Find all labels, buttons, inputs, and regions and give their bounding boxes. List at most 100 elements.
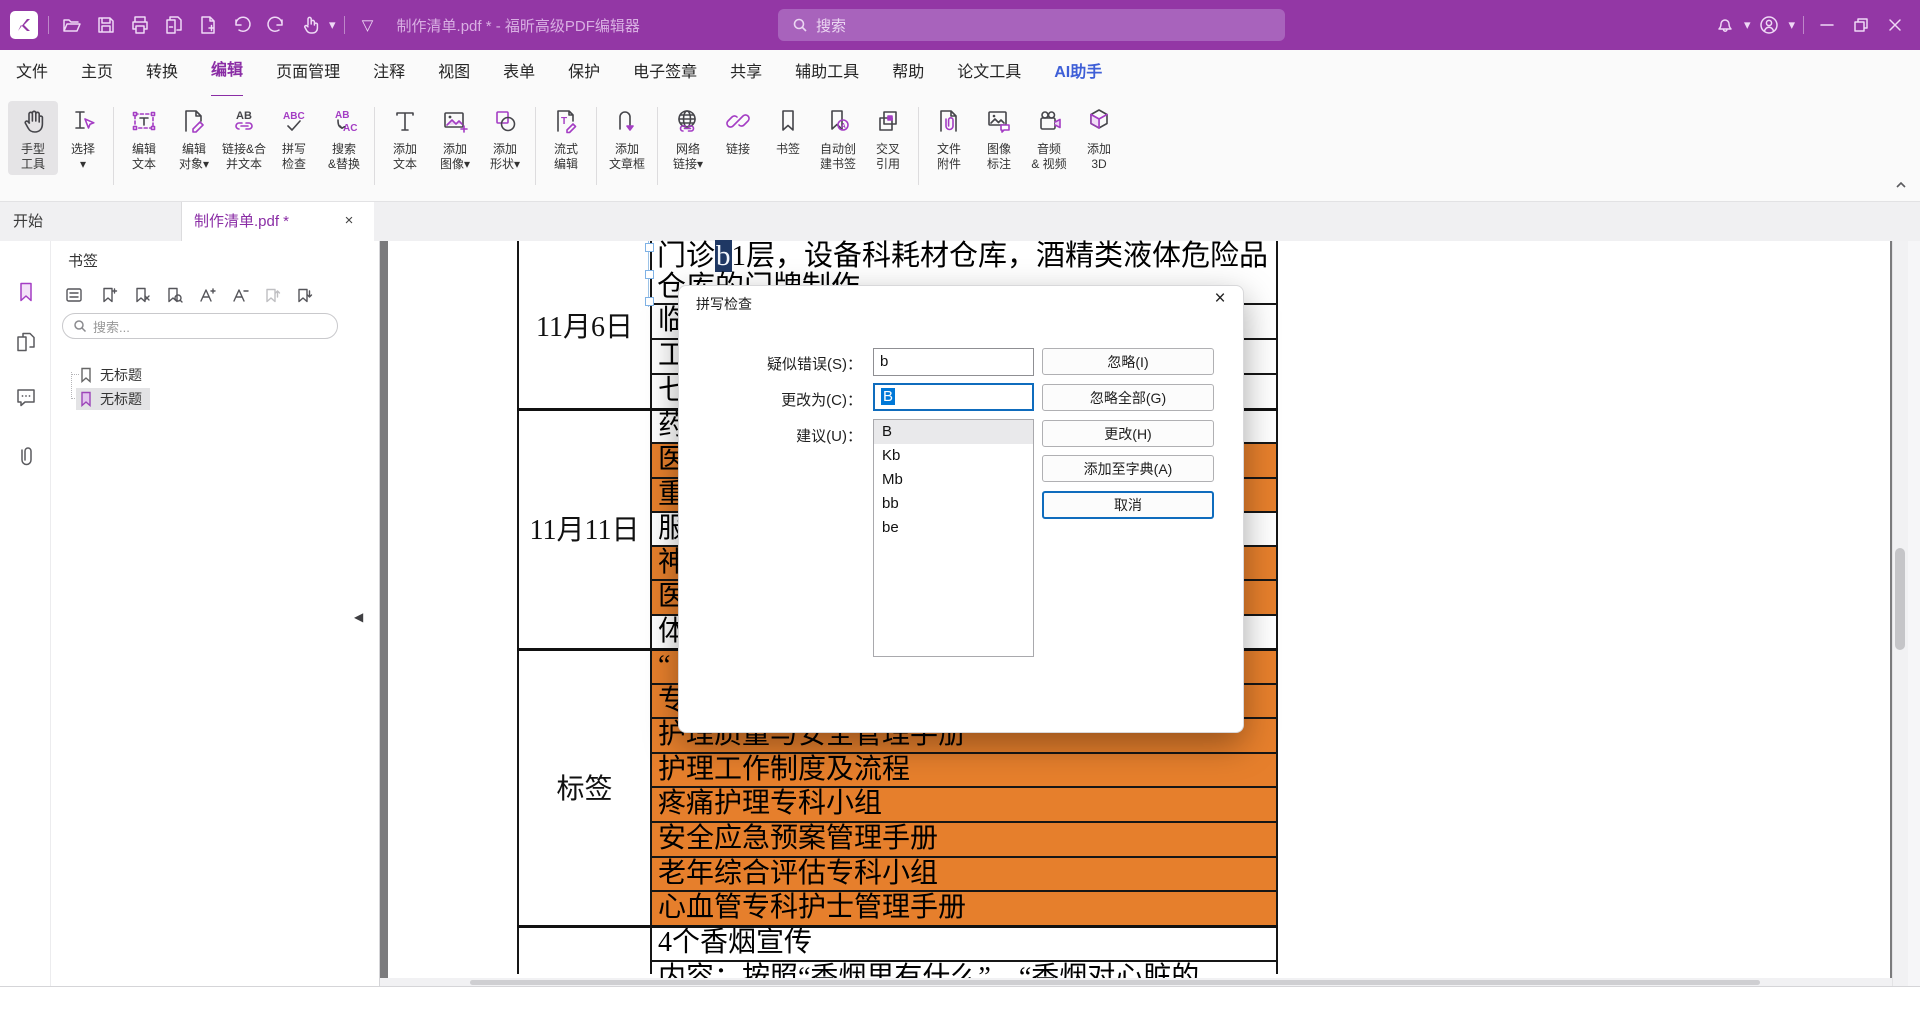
account-dropdown-icon[interactable]: ▾ (1788, 17, 1795, 33)
ribbon-tool-hand[interactable]: 手型工具 (8, 101, 58, 175)
notifications-dropdown-icon[interactable]: ▾ (1744, 17, 1751, 33)
textbox-handle[interactable] (645, 270, 654, 279)
restore-button[interactable] (1845, 9, 1877, 41)
ribbon-tool-audio-video[interactable]: 音频& 视频 (1024, 101, 1074, 175)
reduce-font-icon[interactable] (228, 283, 252, 307)
foxit-logo-icon[interactable] (10, 11, 38, 39)
ignore-button[interactable]: 忽略(I) (1042, 348, 1214, 375)
close-button[interactable] (1879, 9, 1911, 41)
expand-font-icon[interactable] (195, 283, 219, 307)
comments-panel-icon[interactable] (14, 385, 38, 409)
menu-form[interactable]: 表单 (503, 50, 535, 96)
bookmark-item-label: 无标题 (100, 365, 142, 385)
ribbon-tool-search-replace[interactable]: ABAC 搜索&替换 (319, 101, 369, 175)
minimize-button[interactable] (1811, 9, 1843, 41)
ribbon-tool-flow-edit[interactable]: T 流式编辑 (541, 101, 591, 175)
menu-protect[interactable]: 保护 (568, 50, 600, 96)
duplicate-page-icon[interactable] (158, 9, 190, 41)
ribbon-tool-auto-bookmark[interactable]: A 自动创建书签 (813, 101, 863, 175)
menu-share[interactable]: 共享 (730, 50, 762, 96)
ribbon-tool-add-article-box[interactable]: 添加文章框 (602, 101, 652, 175)
suggestion-item[interactable]: B (874, 420, 1033, 444)
menu-view[interactable]: 视图 (438, 50, 470, 96)
move-bookmark-down-icon[interactable] (292, 283, 316, 307)
tool-label: 链接 (726, 142, 750, 157)
global-search-input[interactable]: 搜索 (778, 9, 1285, 41)
menu-convert[interactable]: 转换 (146, 50, 178, 96)
textbox-handle[interactable] (645, 297, 654, 306)
menu-esign[interactable]: 电子签章 (633, 50, 697, 96)
cancel-button[interactable]: 取消 (1042, 491, 1214, 519)
menu-file[interactable]: 文件 (16, 50, 48, 96)
collapse-ribbon-icon[interactable] (1890, 174, 1912, 196)
bookmark-search-input[interactable]: 搜索... (62, 313, 338, 339)
bookmark-item[interactable]: 无标题 (76, 364, 150, 386)
vertical-scrollbar-thumb[interactable] (1895, 548, 1905, 650)
bookmarks-panel-icon[interactable] (14, 280, 38, 304)
quick-access-customize-icon[interactable]: ▽ (352, 9, 384, 41)
ribbon-tool-image-annotation[interactable]: 图像标注 (974, 101, 1024, 175)
ribbon-tool-select[interactable]: 选择▾ (58, 101, 108, 175)
menu-home[interactable]: 主页 (81, 50, 113, 96)
suggestions-label: 建议(U)： (692, 425, 862, 446)
open-file-icon[interactable] (56, 9, 88, 41)
redo-icon[interactable] (260, 9, 292, 41)
notifications-bell-icon[interactable] (1709, 9, 1741, 41)
ribbon-tool-add-image[interactable]: 添加图像▾ (430, 101, 480, 175)
tab-close-icon[interactable]: × (340, 212, 358, 230)
bookmark-icon (78, 391, 94, 407)
change-button[interactable]: 更改(H) (1042, 420, 1214, 447)
touch-mode-icon[interactable] (294, 9, 326, 41)
menu-comment[interactable]: 注释 (373, 50, 405, 96)
ribbon-tool-add-shape[interactable]: 添加形状▾ (480, 101, 530, 175)
ribbon-tool-edit-text[interactable]: 编辑文本 (119, 101, 169, 175)
ribbon-tool-cross-reference[interactable]: 交叉引用 (863, 101, 913, 175)
tab-start[interactable]: 开始 (0, 202, 182, 241)
find-bookmark-icon[interactable] (162, 283, 186, 307)
print-icon[interactable] (124, 9, 156, 41)
ribbon-tool-edit-object[interactable]: 编辑对象▾ (169, 101, 219, 175)
ignore-all-button[interactable]: 忽略全部(G) (1042, 384, 1214, 411)
bookmark-item-selected[interactable]: 无标题 (76, 388, 150, 410)
menu-ai-assistant[interactable]: AI助手 (1054, 50, 1102, 96)
menu-edit[interactable]: 编辑 (211, 49, 243, 98)
touch-mode-dropdown-icon[interactable]: ▾ (329, 17, 336, 33)
move-bookmark-up-icon[interactable] (260, 283, 284, 307)
ribbon-tool-file-attachment[interactable]: 文件附件 (924, 101, 974, 175)
ribbon-tool-bookmark[interactable]: 书签 (763, 101, 813, 160)
menu-accessibility[interactable]: 辅助工具 (795, 50, 859, 96)
suggestion-item[interactable]: Mb (874, 468, 1033, 492)
ribbon-tool-link[interactable]: 链接 (713, 101, 763, 160)
suspect-error-field[interactable]: b (873, 348, 1034, 376)
add-page-icon[interactable] (192, 9, 224, 41)
menu-page-management[interactable]: 页面管理 (276, 50, 340, 96)
add-bookmark-icon[interactable] (97, 283, 121, 307)
ribbon-tool-add-text[interactable]: 添加文本 (380, 101, 430, 175)
horizontal-scrollbar-thumb[interactable] (470, 980, 1760, 985)
ribbon-tool-weblink[interactable]: 网络链接▾ (663, 101, 713, 175)
dialog-close-icon[interactable]: × (1209, 288, 1231, 310)
textbox-handle[interactable] (645, 243, 654, 252)
selected-character: b (715, 240, 732, 272)
attachments-panel-icon[interactable] (14, 444, 38, 468)
ribbon-tool-add-3d[interactable]: 添加3D (1074, 101, 1124, 175)
ribbon-tool-spell-check[interactable]: ABC 拼写检查 (269, 101, 319, 175)
change-to-field[interactable]: B (873, 383, 1034, 411)
suggestion-item[interactable]: Kb (874, 444, 1033, 468)
account-avatar-icon[interactable] (1753, 9, 1785, 41)
undo-icon[interactable] (226, 9, 258, 41)
suggestion-item[interactable]: be (874, 516, 1033, 540)
menu-paper-tools[interactable]: 论文工具 (957, 50, 1021, 96)
ribbon-tool-link-join-text[interactable]: AB 链接&合并文本 (219, 101, 269, 175)
table-row: 护理工作制度及流程 (652, 752, 1276, 786)
delete-bookmark-icon[interactable] (130, 283, 154, 307)
suggestions-listbox[interactable]: B Kb Mb bb be (873, 419, 1034, 657)
collapse-panel-icon[interactable]: ◀ (354, 604, 368, 630)
pages-panel-icon[interactable] (14, 330, 38, 354)
titlebar-separator (48, 16, 49, 34)
bookmark-list-icon[interactable] (62, 283, 86, 307)
suggestion-item[interactable]: bb (874, 492, 1033, 516)
add-to-dictionary-button[interactable]: 添加至字典(A) (1042, 455, 1214, 482)
save-icon[interactable] (90, 9, 122, 41)
menu-help[interactable]: 帮助 (892, 50, 924, 96)
